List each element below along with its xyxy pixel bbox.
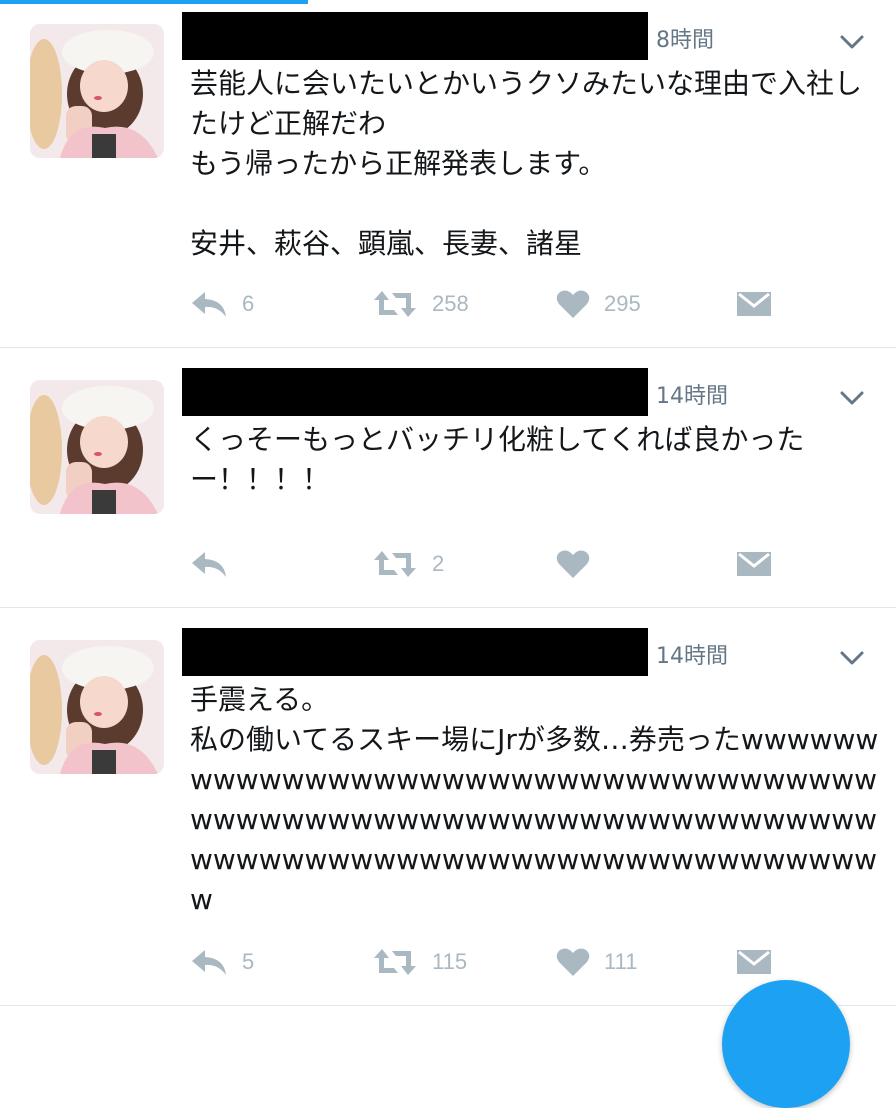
like-count: 295: [604, 291, 641, 316]
direct-message-icon: [737, 950, 771, 974]
chevron-down-icon[interactable]: [836, 30, 868, 54]
direct-message-icon: [737, 292, 771, 316]
redacted-username[interactable]: [182, 368, 648, 416]
direct-message-icon: [737, 552, 771, 576]
retweet-count: 2: [432, 551, 445, 576]
compose-fab[interactable]: [722, 980, 850, 1108]
reply-icon: [192, 292, 226, 317]
reply-button[interactable]: [190, 544, 242, 584]
timestamp[interactable]: 14時間: [656, 642, 728, 672]
chevron-down-icon[interactable]: [836, 386, 868, 410]
reply-icon: [192, 552, 226, 577]
tweet-actions: 6 258 295: [190, 284, 790, 324]
heart-icon: [556, 948, 590, 976]
direct-message-button[interactable]: [736, 942, 772, 982]
retweet-button[interactable]: 258: [372, 284, 469, 324]
redacted-username[interactable]: [182, 12, 648, 60]
retweet-icon: [374, 291, 416, 317]
reply-button[interactable]: 5: [190, 942, 254, 982]
timestamp[interactable]: 8時間: [656, 26, 714, 56]
tweet[interactable]: 8時間 芸能人に会いたいとかいうクソみたいな理由で入社したけど正解だわ もう帰っ…: [0, 4, 896, 348]
chevron-down-icon[interactable]: [836, 646, 868, 670]
retweet-icon: [374, 949, 416, 975]
avatar[interactable]: [30, 380, 164, 514]
timestamp[interactable]: 14時間: [656, 382, 728, 412]
reply-count: 6: [242, 291, 255, 316]
heart-icon: [556, 550, 590, 578]
like-button[interactable]: [556, 544, 604, 584]
tweet-text: くっそーもっとバッチリ化粧してくれば良かったー！！！！: [190, 423, 805, 496]
avatar[interactable]: [30, 24, 164, 158]
like-count: 111: [604, 949, 638, 974]
redacted-username[interactable]: [182, 628, 648, 676]
reply-button[interactable]: 6: [190, 284, 254, 324]
avatar[interactable]: [30, 640, 164, 774]
reply-icon: [192, 950, 226, 975]
direct-message-button[interactable]: [736, 544, 772, 584]
retweet-button[interactable]: 115: [372, 942, 467, 982]
heart-icon: [556, 290, 590, 318]
direct-message-button[interactable]: [736, 284, 772, 324]
tweet-actions: 2: [190, 544, 790, 584]
like-button[interactable]: 111: [556, 942, 637, 982]
retweet-button[interactable]: 2: [372, 544, 444, 584]
tweet-text: 手震える。 私の働いてるスキー場にJrが多数…券売ったwwwwwwwwwwwww…: [190, 683, 879, 916]
tweet-actions: 5 115 111: [190, 942, 790, 982]
retweet-count: 115: [432, 949, 468, 974]
retweet-count: 258: [432, 291, 469, 316]
tweet-text: 芸能人に会いたいとかいうクソみたいな理由で入社したけど正解だわ もう帰ったから正…: [190, 67, 863, 260]
reply-count: 5: [242, 949, 255, 974]
tweet[interactable]: 14時間 手震える。 私の働いてるスキー場にJrが多数…券売ったwwwwwwww…: [0, 608, 896, 1006]
retweet-icon: [374, 551, 416, 577]
tweet[interactable]: 14時間 くっそーもっとバッチリ化粧してくれば良かったー！！！！ 2: [0, 348, 896, 608]
like-button[interactable]: 295: [556, 284, 641, 324]
